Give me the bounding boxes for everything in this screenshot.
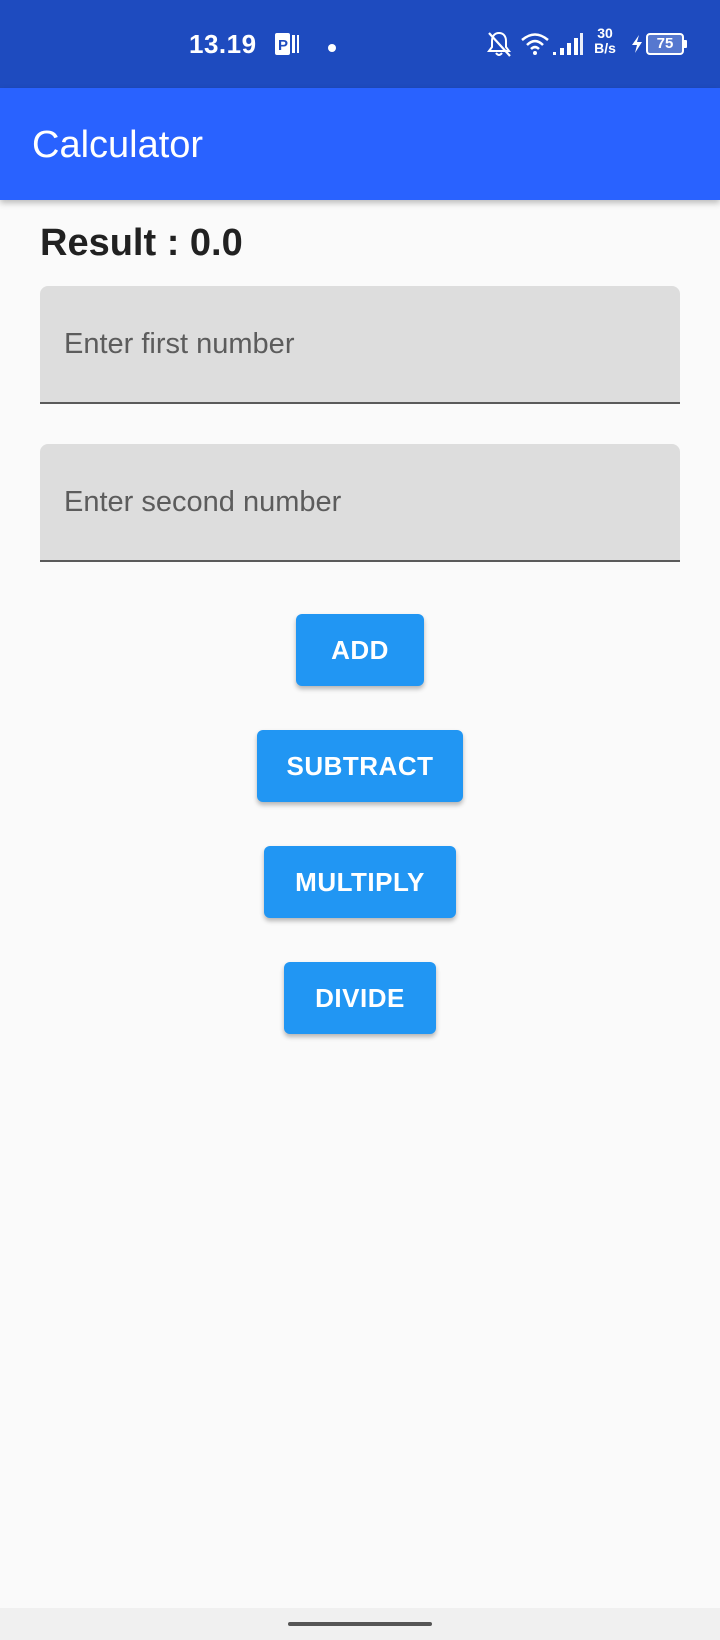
network-speed: 30 B/s (590, 26, 620, 56)
wifi-icon (520, 31, 550, 60)
multiply-button[interactable]: MULTIPLY (264, 846, 456, 918)
charging-icon (630, 34, 644, 59)
dot-icon (327, 40, 337, 58)
button-stack: ADD SUBTRACT MULTIPLY DIVIDE (0, 614, 720, 1038)
first-number-input[interactable] (40, 286, 680, 402)
result-label: Result : 0.0 (40, 222, 243, 264)
home-gesture-handle[interactable] (288, 1622, 432, 1626)
subtract-button[interactable]: SUBTRACT (257, 730, 463, 802)
second-number-field[interactable] (40, 444, 680, 562)
first-number-field[interactable] (40, 286, 680, 404)
svg-text:P: P (278, 37, 288, 54)
add-button[interactable]: ADD (296, 614, 424, 686)
status-bar: 13.19 P 30 B/s 75 (0, 0, 720, 88)
status-clock: 13.19 (189, 29, 257, 59)
network-speed-value: 30 (597, 25, 613, 41)
parking-icon: P (274, 31, 300, 62)
network-speed-unit: B/s (594, 40, 616, 56)
signal-icon (552, 32, 584, 61)
battery-level: 75 (656, 35, 674, 52)
app-title: Calculator (32, 124, 204, 166)
second-number-input[interactable] (40, 444, 680, 560)
bell-off-icon (486, 30, 512, 63)
divide-button[interactable]: DIVIDE (284, 962, 436, 1034)
battery-icon: 75 (646, 33, 688, 55)
navigation-bar (0, 1608, 720, 1640)
app-bar: Calculator (0, 88, 720, 200)
